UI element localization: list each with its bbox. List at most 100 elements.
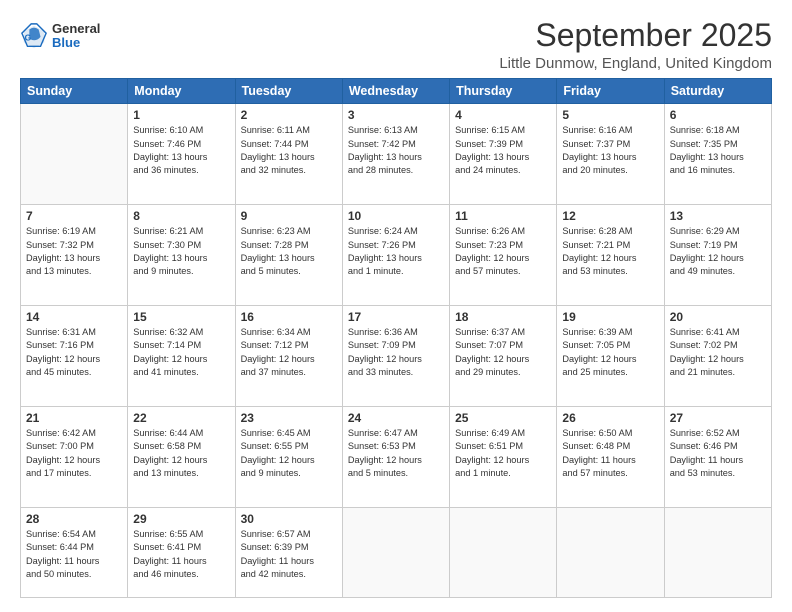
day-cell: 23 Sunrise: 6:45 AM Sunset: 6:55 PM Dayli… (235, 407, 342, 508)
day-number: 28 (26, 512, 122, 526)
logo-icon: G (20, 22, 48, 50)
day-number: 27 (670, 411, 766, 425)
day-cell: 26 Sunrise: 6:50 AM Sunset: 6:48 PM Dayli… (557, 407, 664, 508)
day-info: Sunrise: 6:32 AM Sunset: 7:14 PM Dayligh… (133, 326, 229, 379)
day-number: 24 (348, 411, 444, 425)
calendar-table: SundayMondayTuesdayWednesdayThursdayFrid… (20, 78, 772, 598)
day-cell: 22Sunrise: 6:44 AM Sunset: 6:58 PM Dayli… (128, 407, 235, 508)
day-info: Sunrise: 6:10 AM Sunset: 7:46 PM Dayligh… (133, 124, 229, 177)
weekday-header-tuesday: Tuesday (235, 79, 342, 104)
day-info: Sunrise: 6:37 AM Sunset: 7:07 PM Dayligh… (455, 326, 551, 379)
day-number: 15 (133, 310, 229, 324)
day-info: Sunrise: 6:31 AM Sunset: 7:16 PM Dayligh… (26, 326, 122, 379)
day-info: Sunrise: 6:45 AM Sunset: 6:55 PM Dayligh… (241, 427, 337, 480)
day-cell: 11Sunrise: 6:26 AM Sunset: 7:23 PM Dayli… (450, 205, 557, 306)
day-info: Sunrise: 6:47 AM Sunset: 6:53 PM Dayligh… (348, 427, 444, 480)
day-info: Sunrise: 6:13 AM Sunset: 7:42 PM Dayligh… (348, 124, 444, 177)
weekday-header-wednesday: Wednesday (342, 79, 449, 104)
day-cell: 10 Sunrise: 6:24 AM Sunset: 7:26 PM Dayli… (342, 205, 449, 306)
day-cell: 15 Sunrise: 6:32 AM Sunset: 7:14 PM Dayli… (128, 306, 235, 407)
day-cell: 28 Sunrise: 6:54 AM Sunset: 6:44 PM Dayli… (21, 508, 128, 598)
day-cell: 17 Sunrise: 6:36 AM Sunset: 7:09 PM Dayli… (342, 306, 449, 407)
logo-general: General (52, 22, 100, 36)
day-number: 3 (348, 108, 444, 122)
day-info: Sunrise: 6:29 AM Sunset: 7:19 PM Dayligh… (670, 225, 766, 278)
day-number: 1 (133, 108, 229, 122)
day-number: 7 (26, 209, 122, 223)
day-number: 23 (241, 411, 337, 425)
day-number: 18 (455, 310, 551, 324)
week-row-3: 14 Sunrise: 6:31 AM Sunset: 7:16 PM Dayli… (21, 306, 772, 407)
day-info: Sunrise: 6:21 AM Sunset: 7:30 PM Dayligh… (133, 225, 229, 278)
day-cell (342, 508, 449, 598)
day-info: Sunrise: 6:24 AM Sunset: 7:26 PM Dayligh… (348, 225, 444, 278)
day-cell: 8 Sunrise: 6:21 AM Sunset: 7:30 PM Daylig… (128, 205, 235, 306)
day-number: 19 (562, 310, 658, 324)
day-number: 4 (455, 108, 551, 122)
logo-blue: Blue (52, 36, 100, 50)
day-info: Sunrise: 6:50 AM Sunset: 6:48 PM Dayligh… (562, 427, 658, 480)
day-cell (557, 508, 664, 598)
weekday-header-sunday: Sunday (21, 79, 128, 104)
day-cell: 27 Sunrise: 6:52 AM Sunset: 6:46 PM Dayli… (664, 407, 771, 508)
day-cell: 24 Sunrise: 6:47 AM Sunset: 6:53 PM Dayli… (342, 407, 449, 508)
day-number: 30 (241, 512, 337, 526)
day-number: 6 (670, 108, 766, 122)
day-cell (450, 508, 557, 598)
weekday-header-friday: Friday (557, 79, 664, 104)
day-info: Sunrise: 6:54 AM Sunset: 6:44 PM Dayligh… (26, 528, 122, 581)
day-info: Sunrise: 6:11 AM Sunset: 7:44 PM Dayligh… (241, 124, 337, 177)
day-number: 26 (562, 411, 658, 425)
day-info: Sunrise: 6:57 AM Sunset: 6:39 PM Dayligh… (241, 528, 337, 581)
title-block: September 2025 Little Dunmow, England, U… (499, 18, 772, 72)
day-cell: 9Sunrise: 6:23 AM Sunset: 7:28 PM Daylig… (235, 205, 342, 306)
day-cell: 13 Sunrise: 6:29 AM Sunset: 7:19 PM Dayli… (664, 205, 771, 306)
day-info: Sunrise: 6:16 AM Sunset: 7:37 PM Dayligh… (562, 124, 658, 177)
day-info: Sunrise: 6:41 AM Sunset: 7:02 PM Dayligh… (670, 326, 766, 379)
day-cell: 30 Sunrise: 6:57 AM Sunset: 6:39 PM Dayli… (235, 508, 342, 598)
weekday-header-thursday: Thursday (450, 79, 557, 104)
day-cell: 16Sunrise: 6:34 AM Sunset: 7:12 PM Dayli… (235, 306, 342, 407)
day-cell: 4Sunrise: 6:15 AM Sunset: 7:39 PM Daylig… (450, 104, 557, 205)
day-cell: 21 Sunrise: 6:42 AM Sunset: 7:00 PM Dayli… (21, 407, 128, 508)
weekday-header-monday: Monday (128, 79, 235, 104)
day-info: Sunrise: 6:55 AM Sunset: 6:41 PM Dayligh… (133, 528, 229, 581)
month-title: September 2025 (499, 18, 772, 53)
logo-text: General Blue (52, 22, 100, 51)
week-row-1: 1 Sunrise: 6:10 AM Sunset: 7:46 PM Daylig… (21, 104, 772, 205)
day-info: Sunrise: 6:34 AM Sunset: 7:12 PM Dayligh… (241, 326, 337, 379)
day-cell: 12 Sunrise: 6:28 AM Sunset: 7:21 PM Dayli… (557, 205, 664, 306)
day-number: 17 (348, 310, 444, 324)
svg-text:G: G (25, 33, 32, 43)
day-cell: 2 Sunrise: 6:11 AM Sunset: 7:44 PM Daylig… (235, 104, 342, 205)
day-info: Sunrise: 6:36 AM Sunset: 7:09 PM Dayligh… (348, 326, 444, 379)
day-number: 5 (562, 108, 658, 122)
day-info: Sunrise: 6:44 AM Sunset: 6:58 PM Dayligh… (133, 427, 229, 480)
day-cell (664, 508, 771, 598)
day-info: Sunrise: 6:52 AM Sunset: 6:46 PM Dayligh… (670, 427, 766, 480)
day-number: 13 (670, 209, 766, 223)
week-row-5: 28 Sunrise: 6:54 AM Sunset: 6:44 PM Dayli… (21, 508, 772, 598)
weekday-header-row: SundayMondayTuesdayWednesdayThursdayFrid… (21, 79, 772, 104)
day-number: 21 (26, 411, 122, 425)
day-info: Sunrise: 6:28 AM Sunset: 7:21 PM Dayligh… (562, 225, 658, 278)
day-number: 2 (241, 108, 337, 122)
day-number: 10 (348, 209, 444, 223)
logo: G General Blue (20, 22, 100, 51)
day-cell: 3 Sunrise: 6:13 AM Sunset: 7:42 PM Daylig… (342, 104, 449, 205)
day-info: Sunrise: 6:19 AM Sunset: 7:32 PM Dayligh… (26, 225, 122, 278)
day-cell: 20 Sunrise: 6:41 AM Sunset: 7:02 PM Dayli… (664, 306, 771, 407)
day-number: 29 (133, 512, 229, 526)
day-number: 8 (133, 209, 229, 223)
page: G General Blue September 2025 Little Dun… (0, 0, 792, 612)
day-number: 11 (455, 209, 551, 223)
day-number: 12 (562, 209, 658, 223)
day-info: Sunrise: 6:39 AM Sunset: 7:05 PM Dayligh… (562, 326, 658, 379)
header: G General Blue September 2025 Little Dun… (20, 18, 772, 72)
day-number: 14 (26, 310, 122, 324)
day-cell: 14 Sunrise: 6:31 AM Sunset: 7:16 PM Dayli… (21, 306, 128, 407)
day-number: 20 (670, 310, 766, 324)
day-cell: 18 Sunrise: 6:37 AM Sunset: 7:07 PM Dayli… (450, 306, 557, 407)
day-info: Sunrise: 6:49 AM Sunset: 6:51 PM Dayligh… (455, 427, 551, 480)
day-info: Sunrise: 6:42 AM Sunset: 7:00 PM Dayligh… (26, 427, 122, 480)
